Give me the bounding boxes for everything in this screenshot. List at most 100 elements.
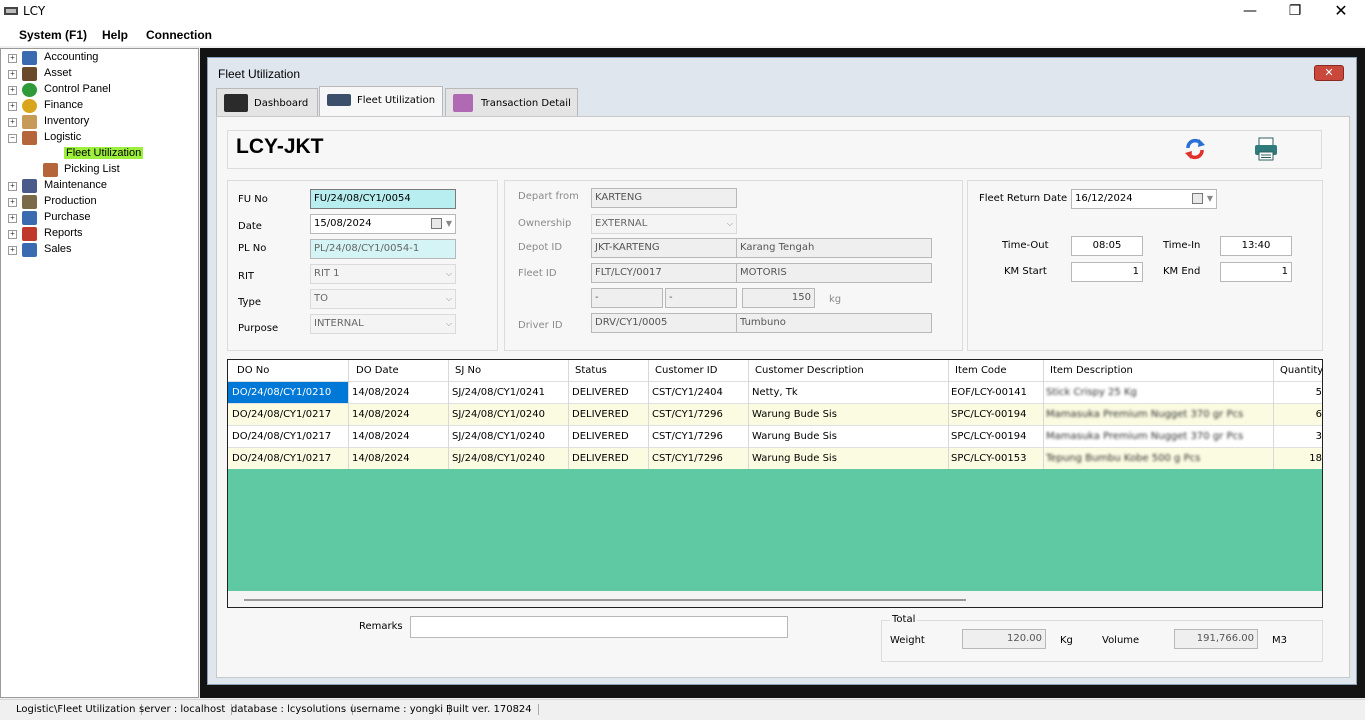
- cell-status[interactable]: DELIVERED: [572, 409, 629, 420]
- remarks-field[interactable]: [410, 616, 788, 638]
- fleet-dim1-field[interactable]: -: [591, 288, 663, 308]
- driver-id-field[interactable]: DRV/CY1/0005: [591, 313, 737, 333]
- restore-button[interactable]: ❐: [1272, 0, 1318, 24]
- printer-icon[interactable]: [1253, 136, 1279, 162]
- collapse-icon[interactable]: −: [8, 134, 17, 143]
- expand-icon[interactable]: +: [8, 182, 17, 191]
- col-status[interactable]: Status: [575, 365, 607, 376]
- tab-transaction-detail[interactable]: Transaction Detail: [445, 88, 578, 116]
- col-sj-no[interactable]: SJ No: [455, 365, 481, 376]
- expand-icon[interactable]: +: [8, 54, 17, 63]
- expand-icon[interactable]: +: [8, 230, 17, 239]
- cell-item-desc[interactable]: Tepung Bumbu Kobe 500 g Pcs: [1046, 453, 1200, 464]
- expand-icon[interactable]: +: [8, 70, 17, 79]
- cell-do-date[interactable]: 14/08/2024: [352, 453, 410, 464]
- ownership-select[interactable]: EXTERNAL ⌵: [591, 214, 737, 234]
- fleet-dim2-field[interactable]: -: [665, 288, 737, 308]
- cell-item-desc[interactable]: Stick Crispy 25 Kg: [1046, 387, 1137, 398]
- cell-quantity[interactable]: 5: [1316, 387, 1322, 398]
- cell-quantity[interactable]: 18: [1309, 453, 1322, 464]
- cell-do-date[interactable]: 14/08/2024: [352, 431, 410, 442]
- expand-icon[interactable]: +: [8, 86, 17, 95]
- cell-status[interactable]: DELIVERED: [572, 387, 629, 398]
- cell-do-date[interactable]: 14/08/2024: [352, 409, 410, 420]
- pl-no-field[interactable]: PL/24/08/CY1/0054-1: [310, 239, 456, 259]
- fleet-id-field[interactable]: FLT/LCY/0017: [591, 263, 737, 283]
- tab-fleet-utilization[interactable]: Fleet Utilization: [319, 86, 443, 117]
- cell-item-desc[interactable]: Mamasuka Premium Nugget 370 gr Pcs: [1046, 431, 1243, 442]
- horizontal-scrollbar[interactable]: [228, 591, 1322, 607]
- capacity-field[interactable]: 150: [742, 288, 815, 308]
- col-do-no[interactable]: DO No: [237, 365, 269, 376]
- col-item-desc[interactable]: Item Description: [1050, 365, 1133, 376]
- cell-sj-no[interactable]: SJ/24/08/CY1/0241: [452, 387, 545, 398]
- col-customer-id[interactable]: Customer ID: [655, 365, 717, 376]
- cell-do-no[interactable]: DO/24/08/CY1/0217: [232, 431, 331, 442]
- cell-customer-id[interactable]: CST/CY1/7296: [652, 453, 723, 464]
- refresh-icon[interactable]: [1184, 136, 1206, 162]
- table-row[interactable]: DO/24/08/CY1/0217 14/08/2024 SJ/24/08/CY…: [228, 426, 1322, 448]
- rit-select[interactable]: RIT 1 ⌵: [310, 264, 456, 284]
- expand-icon[interactable]: +: [8, 246, 17, 255]
- close-window-button[interactable]: ✕: [1314, 65, 1344, 81]
- driver-name-field[interactable]: Tumbuno: [736, 313, 932, 333]
- table-row[interactable]: DO/24/08/CY1/0210 14/08/2024 SJ/24/08/CY…: [228, 382, 1322, 404]
- cell-customer-id[interactable]: CST/CY1/2404: [652, 387, 723, 398]
- menu-connection[interactable]: Connection: [146, 28, 212, 42]
- km-end-field[interactable]: 1: [1220, 262, 1292, 282]
- tab-dashboard[interactable]: Dashboard: [216, 88, 318, 116]
- calendar-icon[interactable]: [1192, 193, 1203, 204]
- time-out-field[interactable]: 08:05: [1071, 236, 1143, 256]
- fleet-name-field[interactable]: MOTORIS: [736, 263, 932, 283]
- expand-icon[interactable]: +: [8, 118, 17, 127]
- table-row[interactable]: DO/24/08/CY1/0217 14/08/2024 SJ/24/08/CY…: [228, 404, 1322, 426]
- expand-icon[interactable]: +: [8, 214, 17, 223]
- cell-do-no[interactable]: DO/24/08/CY1/0217: [232, 453, 331, 464]
- col-quantity[interactable]: Quantity: [1280, 365, 1322, 376]
- date-picker[interactable]: 15/08/2024 ▼: [310, 214, 456, 234]
- cell-item-code[interactable]: SPC/LCY-00194: [951, 409, 1026, 420]
- col-customer-desc[interactable]: Customer Description: [755, 365, 864, 376]
- scrollbar-thumb[interactable]: [244, 599, 966, 601]
- time-in-field[interactable]: 13:40: [1220, 236, 1292, 256]
- minimize-button[interactable]: —: [1227, 0, 1273, 24]
- volume-field[interactable]: 191,766.00: [1174, 629, 1258, 649]
- weight-field[interactable]: 120.00: [962, 629, 1046, 649]
- cell-customer-desc[interactable]: Netty, Tk: [752, 387, 798, 398]
- cell-customer-desc[interactable]: Warung Bude Sis: [752, 431, 837, 442]
- expand-icon[interactable]: +: [8, 198, 17, 207]
- cell-customer-id[interactable]: CST/CY1/7296: [652, 409, 723, 420]
- chevron-down-icon[interactable]: ▼: [446, 219, 452, 228]
- cell-status[interactable]: DELIVERED: [572, 453, 629, 464]
- calendar-icon[interactable]: [431, 218, 442, 229]
- purpose-select[interactable]: INTERNAL ⌵: [310, 314, 456, 334]
- cell-quantity[interactable]: 6: [1316, 409, 1322, 420]
- expand-icon[interactable]: +: [8, 102, 17, 111]
- cell-customer-desc[interactable]: Warung Bude Sis: [752, 409, 837, 420]
- cell-do-no[interactable]: DO/24/08/CY1/0217: [232, 409, 331, 420]
- cell-do-date[interactable]: 14/08/2024: [352, 387, 410, 398]
- cell-do-no[interactable]: DO/24/08/CY1/0210: [232, 387, 331, 398]
- depot-id-field[interactable]: JKT-KARTENG: [591, 238, 737, 258]
- table-row[interactable]: DO/24/08/CY1/0217 14/08/2024 SJ/24/08/CY…: [228, 448, 1322, 470]
- cell-sj-no[interactable]: SJ/24/08/CY1/0240: [452, 453, 545, 464]
- cell-item-desc[interactable]: Mamasuka Premium Nugget 370 gr Pcs: [1046, 409, 1243, 420]
- cell-sj-no[interactable]: SJ/24/08/CY1/0240: [452, 431, 545, 442]
- type-select[interactable]: TO ⌵: [310, 289, 456, 309]
- cell-customer-desc[interactable]: Warung Bude Sis: [752, 453, 837, 464]
- cell-status[interactable]: DELIVERED: [572, 431, 629, 442]
- close-app-button[interactable]: ✕: [1318, 0, 1364, 24]
- col-do-date[interactable]: DO Date: [356, 365, 399, 376]
- fu-no-field[interactable]: FU/24/08/CY1/0054: [310, 189, 456, 209]
- cell-item-code[interactable]: SPC/LCY-00153: [951, 453, 1026, 464]
- depot-name-field[interactable]: Karang Tengah: [736, 238, 932, 258]
- cell-sj-no[interactable]: SJ/24/08/CY1/0240: [452, 409, 545, 420]
- chevron-down-icon[interactable]: ▼: [1207, 194, 1213, 203]
- cell-customer-id[interactable]: CST/CY1/7296: [652, 431, 723, 442]
- menu-system[interactable]: System (F1): [19, 28, 87, 42]
- depart-field[interactable]: KARTENG: [591, 188, 737, 208]
- menu-help[interactable]: Help: [102, 28, 128, 42]
- col-item-code[interactable]: Item Code: [955, 365, 1007, 376]
- cell-item-code[interactable]: SPC/LCY-00194: [951, 431, 1026, 442]
- cell-item-code[interactable]: EOF/LCY-00141: [951, 387, 1027, 398]
